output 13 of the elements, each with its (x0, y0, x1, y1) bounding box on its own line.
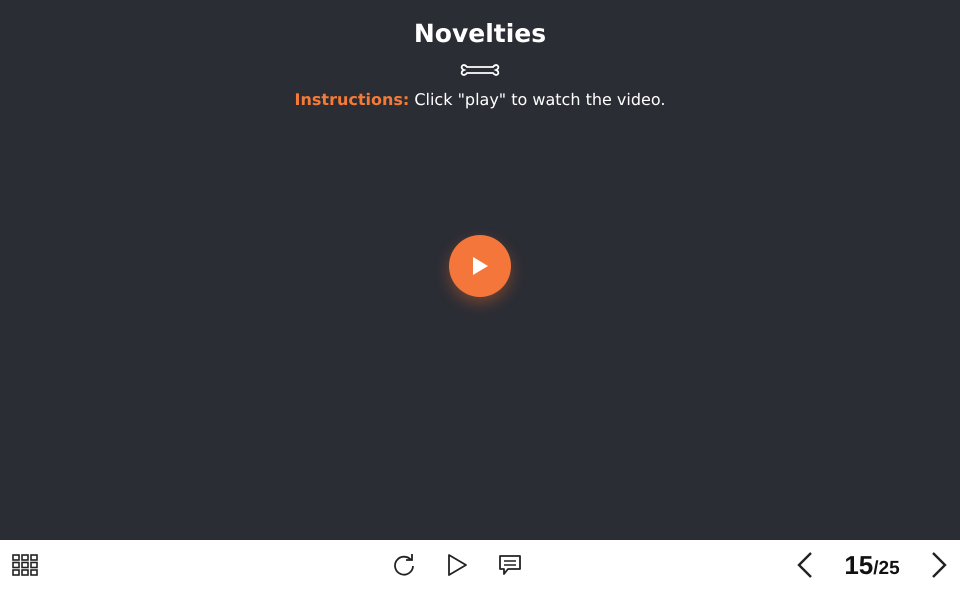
next-icon[interactable] (930, 551, 948, 579)
comment-icon[interactable] (498, 554, 522, 576)
current-page: 15 (844, 550, 874, 580)
instructions: Instructions: Click "play" to watch the video. (294, 90, 666, 109)
replay-icon[interactable] (392, 553, 416, 577)
previous-icon[interactable] (796, 551, 814, 579)
slide-title: Novelties (414, 18, 546, 50)
play-icon (471, 256, 489, 276)
menu-grid-icon[interactable] (12, 554, 38, 576)
bone-icon (460, 62, 500, 78)
play-button[interactable] (449, 235, 511, 297)
total-pages: /25 (873, 558, 900, 578)
play-icon[interactable] (446, 553, 468, 577)
